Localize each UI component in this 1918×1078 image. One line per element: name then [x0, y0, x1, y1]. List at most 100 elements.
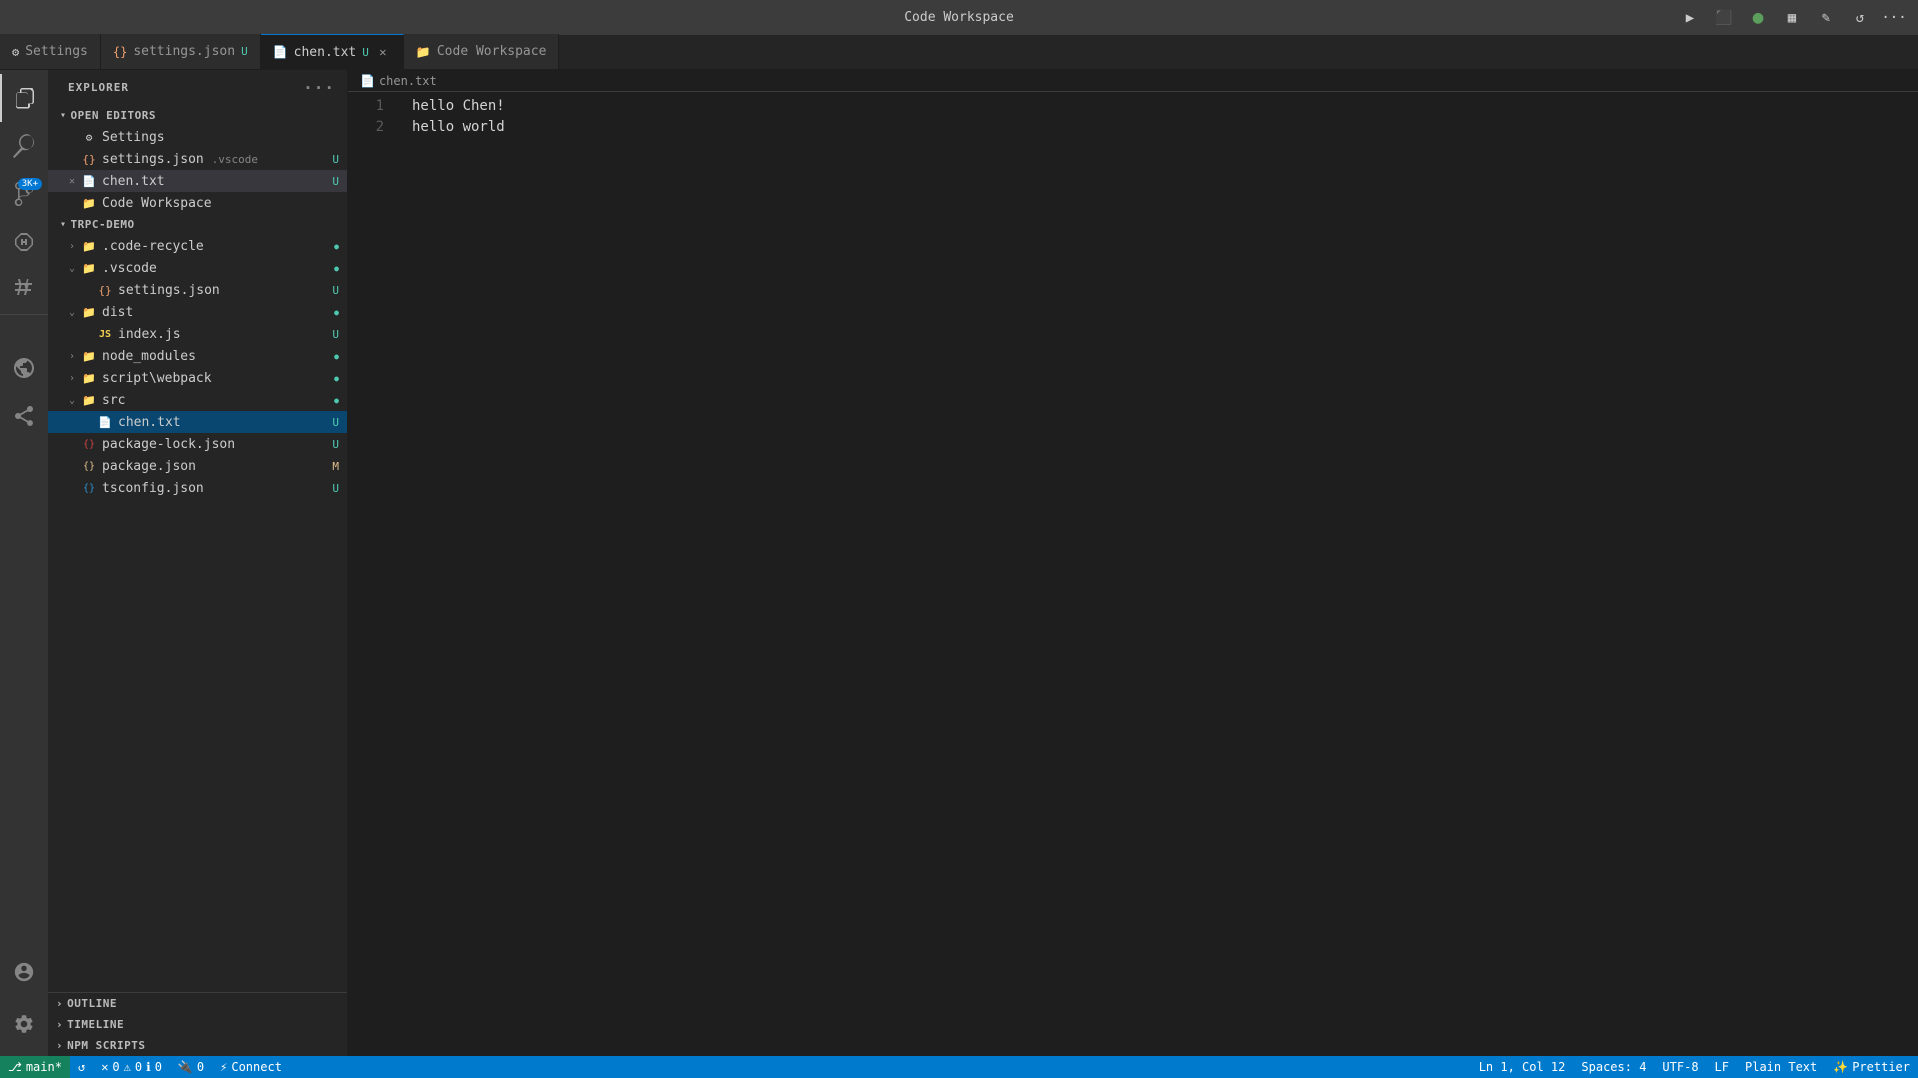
settings-json-tab-icon: {} — [113, 45, 127, 59]
list-item[interactable]: 📁 Code Workspace — [48, 192, 347, 214]
settings-json-file-icon: {} — [80, 150, 98, 168]
tab-bar: ⚙ Settings {} settings.json U 📄 chen.txt… — [0, 35, 1918, 70]
list-item[interactable]: {} settings.json U — [48, 279, 347, 301]
port-icon: 🔌 — [178, 1060, 193, 1074]
sidebar-title: EXPLORER ··· — [48, 70, 347, 105]
trpc-demo-label: TRPC-DEMO — [71, 218, 135, 231]
trpc-demo-section[interactable]: ▾ TRPC-DEMO — [48, 214, 347, 235]
source-control-badge: 3K+ — [18, 178, 42, 190]
activity-remote[interactable] — [0, 344, 48, 392]
debug-layout-button[interactable]: ⬛ — [1710, 4, 1738, 32]
run-button[interactable]: ▶ — [1676, 4, 1704, 32]
index-js-badge: U — [332, 328, 347, 341]
status-language[interactable]: Plain Text — [1737, 1056, 1825, 1078]
status-sync[interactable]: ↺ — [70, 1056, 93, 1078]
sidebar-bottom: › OUTLINE › TIMELINE › NPM SCRIPTS — [48, 992, 347, 1056]
list-item[interactable]: JS index.js U — [48, 323, 347, 345]
more-button[interactable]: ··· — [1880, 4, 1908, 32]
tab-code-workspace[interactable]: 📁 Code Workspace — [404, 34, 560, 69]
npm-scripts-section[interactable]: › NPM SCRIPTS — [48, 1035, 347, 1056]
remote-button[interactable]: ↺ — [1846, 4, 1874, 32]
dist-folder-label: dist — [102, 305, 334, 320]
outline-arrow: › — [56, 997, 63, 1010]
list-item[interactable]: › 📁 script\webpack ● — [48, 367, 347, 389]
status-right: Ln 1, Col 12 Spaces: 4 UTF-8 LF Plain Te… — [1471, 1056, 1918, 1078]
language-text: Plain Text — [1745, 1060, 1817, 1074]
open-editors-label: OPEN EDITORS — [71, 109, 156, 122]
sidebar-more-button[interactable]: ··· — [303, 78, 335, 97]
list-item[interactable]: {} package.json M — [48, 455, 347, 477]
activity-extensions[interactable] — [0, 266, 48, 314]
status-remote[interactable]: ⚡ Connect — [212, 1056, 290, 1078]
tab-chen-txt-label: chen.txt — [294, 45, 357, 60]
main-area: 3K+ EXPLORER ··· — [0, 70, 1918, 1056]
list-item[interactable]: {} settings.json .vscode U — [48, 148, 347, 170]
activity-source-control[interactable]: 3K+ — [0, 170, 48, 218]
vscode-folder-label: .vscode — [102, 261, 334, 276]
chen-txt-file-icon: 📄 — [80, 172, 98, 190]
status-port[interactable]: 🔌 0 — [170, 1056, 212, 1078]
git-branch-icon: ⎇ — [8, 1060, 22, 1074]
list-item[interactable]: ⌄ 📁 .vscode ● — [48, 257, 347, 279]
list-item[interactable]: › 📁 .code-recycle ● — [48, 235, 347, 257]
status-prettier[interactable]: ✨ Prettier — [1825, 1056, 1918, 1078]
chen-txt-close-button[interactable]: ✕ — [375, 44, 391, 60]
open-editors-section[interactable]: ▾ OPEN EDITORS — [48, 105, 347, 126]
tab-settings-json-label: settings.json — [133, 44, 235, 59]
file-tree: ▾ OPEN EDITORS ⚙ Settings {} settings.js… — [48, 105, 347, 992]
list-item[interactable]: ⚙ Settings — [48, 126, 347, 148]
layout-button[interactable]: ▦ — [1778, 4, 1806, 32]
list-item[interactable]: 📄 chen.txt U — [48, 411, 347, 433]
tab-settings-json[interactable]: {} settings.json U — [101, 34, 261, 69]
outline-section[interactable]: › OUTLINE — [48, 993, 347, 1014]
src-folder-icon: 📁 — [80, 391, 98, 409]
spaces-text: Spaces: 4 — [1581, 1060, 1646, 1074]
status-line-ending[interactable]: LF — [1707, 1056, 1737, 1078]
timeline-section[interactable]: › TIMELINE — [48, 1014, 347, 1035]
list-item[interactable]: {} tsconfig.json U — [48, 477, 347, 499]
tab-settings[interactable]: ⚙ Settings — [0, 34, 101, 69]
status-position[interactable]: Ln 1, Col 12 — [1471, 1056, 1574, 1078]
code-workspace-tab-icon: 📁 — [416, 45, 431, 59]
dist-folder-icon: 📁 — [80, 303, 98, 321]
status-spaces[interactable]: Spaces: 4 — [1573, 1056, 1654, 1078]
breadcrumb: 📄 chen.txt — [348, 70, 1918, 92]
error-count: 0 — [112, 1060, 119, 1074]
list-item[interactable]: › 📁 node_modules ● — [48, 345, 347, 367]
activity-account[interactable] — [0, 948, 48, 996]
code-content[interactable]: hello Chen! hello world — [396, 92, 1918, 1056]
port-count: 0 — [197, 1060, 204, 1074]
tab-code-workspace-label: Code Workspace — [437, 44, 547, 59]
chen-txt-src-label: chen.txt — [118, 415, 332, 430]
list-item[interactable]: {} package-lock.json U — [48, 433, 347, 455]
list-item[interactable]: ⌄ 📁 dist ● — [48, 301, 347, 323]
title-bar: Code Workspace ▶ ⬛ ● ▦ ✎ ↺ ··· — [0, 0, 1918, 35]
customize-button[interactable]: ✎ — [1812, 4, 1840, 32]
activity-live-share[interactable] — [0, 392, 48, 440]
close-icon[interactable]: ✕ — [64, 176, 80, 187]
status-errors[interactable]: ✕ 0 ⚠ 0 ℹ 0 — [93, 1056, 170, 1078]
status-branch[interactable]: ⎇ main* — [0, 1056, 70, 1078]
activity-run-debug[interactable] — [0, 218, 48, 266]
webpack-icon: 📁 — [80, 369, 98, 387]
branch-name: main* — [26, 1060, 62, 1074]
settings-json-file-label: settings.json .vscode — [102, 152, 332, 167]
status-encoding[interactable]: UTF-8 — [1654, 1056, 1706, 1078]
npm-scripts-arrow: › — [56, 1039, 63, 1052]
activity-search[interactable] — [0, 122, 48, 170]
tab-chen-txt[interactable]: 📄 chen.txt U ✕ — [261, 34, 404, 69]
activity-manage[interactable] — [0, 1000, 48, 1048]
webpack-badge: ● — [334, 374, 347, 383]
prettier-text: Prettier — [1852, 1060, 1910, 1074]
list-item[interactable]: ✕ 📄 chen.txt U — [48, 170, 347, 192]
status-bar: ⎇ main* ↺ ✕ 0 ⚠ 0 ℹ 0 🔌 0 ⚡ Connect Ln 1… — [0, 1056, 1918, 1078]
profile-button[interactable]: ● — [1744, 4, 1772, 32]
package-lock-icon: {} — [80, 435, 98, 453]
sync-icon: ↺ — [78, 1060, 85, 1074]
code-editor[interactable]: 1 2 hello Chen! hello world — [348, 92, 1918, 1056]
list-item[interactable]: ⌄ 📁 src ● — [48, 389, 347, 411]
activity-explorer[interactable] — [0, 74, 48, 122]
vscode-folder-icon: 📁 — [80, 259, 98, 277]
sidebar: EXPLORER ··· ▾ OPEN EDITORS ⚙ Settings — [48, 70, 348, 1056]
node-modules-badge: ● — [334, 352, 347, 361]
